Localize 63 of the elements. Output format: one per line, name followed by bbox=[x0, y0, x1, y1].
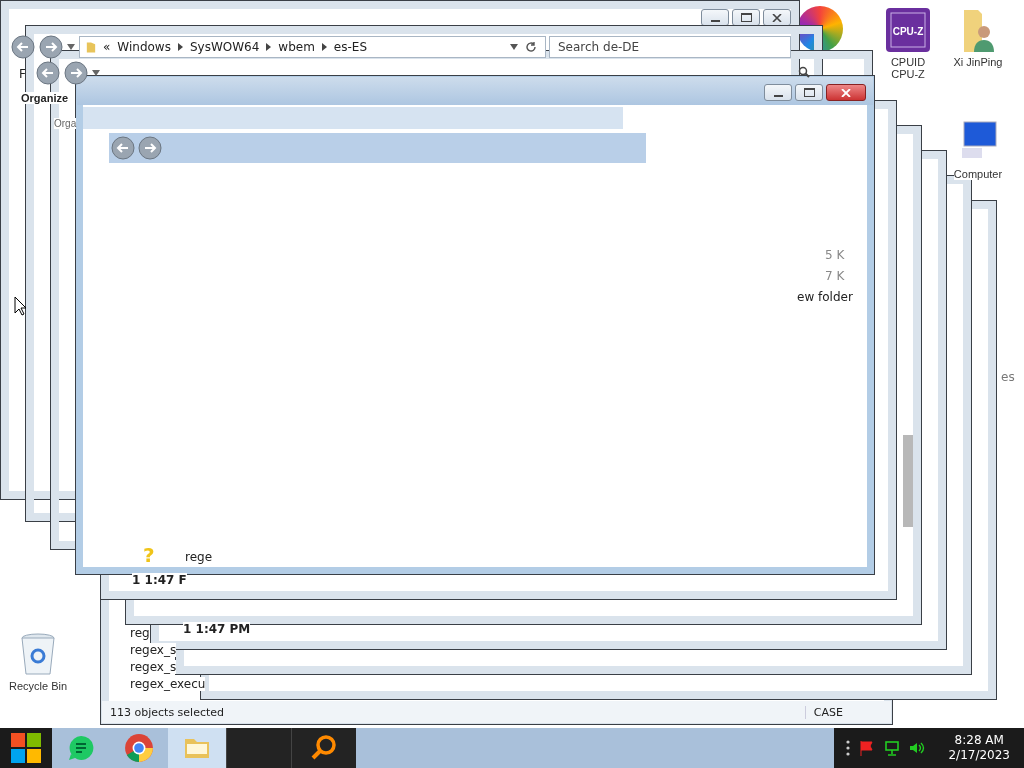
file-size-text: 5 K bbox=[825, 248, 845, 262]
desktop-icon[interactable]: Computer bbox=[946, 118, 1010, 180]
date-modified-text: 1 1:47 F bbox=[132, 573, 187, 587]
organize-menu[interactable]: Orga bbox=[54, 118, 77, 129]
taskbar-app[interactable] bbox=[291, 728, 356, 768]
address-bar[interactable]: « Windows SysWOW64 wbem es-ES bbox=[79, 36, 546, 58]
status-mode-text: CASE bbox=[804, 705, 883, 719]
clock[interactable]: 8:28 AM 2/17/2023 bbox=[948, 733, 1010, 763]
icon-label: Recycle Bin bbox=[8, 680, 68, 692]
scrollbar-thumb[interactable] bbox=[903, 435, 913, 527]
refresh-icon[interactable] bbox=[525, 41, 537, 53]
help-icon: ? bbox=[143, 544, 155, 566]
network-icon[interactable] bbox=[884, 740, 901, 756]
file-size-text: 7 K bbox=[825, 269, 845, 283]
taskbar-app[interactable] bbox=[110, 728, 168, 768]
breadcrumb-item[interactable]: Windows bbox=[117, 40, 171, 54]
search-field[interactable]: Search de-DE bbox=[549, 36, 791, 58]
breadcrumb-item[interactable]: es-ES bbox=[333, 40, 368, 54]
forward-icon[interactable] bbox=[138, 136, 162, 160]
close-button[interactable] bbox=[826, 84, 866, 101]
organize-menu[interactable]: Organize bbox=[21, 92, 69, 104]
clock-date: 2/17/2023 bbox=[948, 748, 1010, 763]
flag-icon[interactable] bbox=[859, 740, 876, 756]
browser-icon bbox=[124, 733, 154, 763]
breadcrumb-item[interactable]: wbem bbox=[278, 40, 315, 54]
back-icon[interactable] bbox=[11, 35, 35, 59]
address-prefix: « bbox=[103, 40, 111, 54]
minimize-button[interactable] bbox=[764, 84, 792, 101]
taskbar-app[interactable] bbox=[52, 728, 110, 768]
breadcrumb-item[interactable]: SysWOW64 bbox=[189, 40, 260, 54]
file-name-text: regex_execu bbox=[130, 677, 206, 691]
chevron-icon bbox=[321, 43, 327, 51]
maximize-button[interactable] bbox=[795, 84, 823, 101]
status-text: 113 objects selected bbox=[110, 705, 226, 719]
magnifier-icon bbox=[310, 734, 338, 762]
desktop-icon[interactable]: Recycle Bin bbox=[6, 630, 70, 692]
speaker-icon[interactable] bbox=[909, 740, 926, 756]
chat-app-icon bbox=[67, 734, 95, 762]
icon-label: Computer bbox=[953, 168, 1003, 180]
file-name-text: regex_s bbox=[130, 643, 177, 657]
cursor-icon bbox=[14, 296, 28, 316]
close-icon bbox=[772, 13, 782, 22]
chevron-icon bbox=[177, 43, 183, 51]
desktop-icon[interactable]: CPU-Z CPUID CPU-Z bbox=[876, 6, 940, 80]
file-name-text: ew folder bbox=[797, 290, 853, 304]
chevron-icon bbox=[266, 43, 272, 51]
clock-time: 8:28 AM bbox=[954, 733, 1004, 748]
forward-icon[interactable] bbox=[39, 35, 63, 59]
chip-icon: CPU-Z bbox=[884, 6, 932, 54]
caret-icon[interactable] bbox=[67, 44, 75, 50]
desktop-icon[interactable]: Xi JinPing bbox=[946, 6, 1010, 68]
overflow-icon[interactable] bbox=[846, 740, 851, 756]
close-icon bbox=[841, 88, 851, 97]
start-button[interactable] bbox=[10, 732, 42, 764]
back-icon[interactable] bbox=[36, 61, 60, 85]
search-icon[interactable] bbox=[798, 66, 810, 78]
folder-icon bbox=[86, 40, 96, 54]
forward-icon[interactable] bbox=[64, 61, 88, 85]
date-modified-text: 1 1:47 PM bbox=[183, 622, 251, 636]
back-icon[interactable] bbox=[111, 136, 135, 160]
icon-label: Xi JinPing bbox=[953, 56, 1003, 68]
file-name-text: regex_s bbox=[130, 660, 177, 674]
dropdown-icon[interactable] bbox=[510, 44, 518, 50]
